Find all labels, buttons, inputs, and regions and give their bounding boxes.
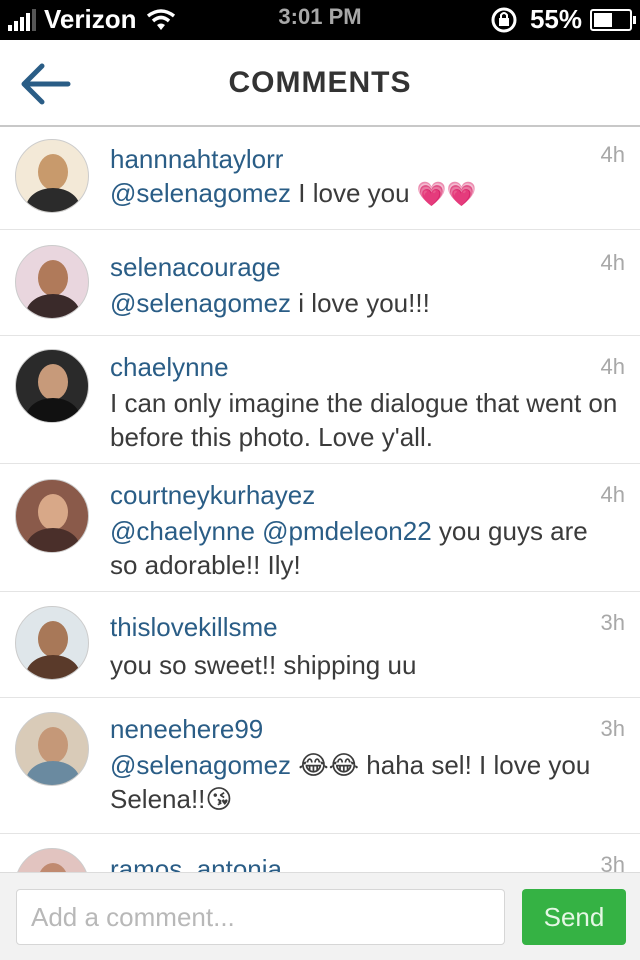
mention-link[interactable]: @chaelynne @pmdeleon22	[110, 516, 432, 546]
avatar[interactable]	[15, 245, 89, 319]
comment-time: 4h	[600, 354, 625, 379]
comment-time: 3h	[600, 716, 625, 741]
battery-percent: 55%	[529, 4, 582, 34]
comment-list[interactable]: hannnahtaylorr 4h @selenagomez I love yo…	[0, 128, 640, 872]
avatar[interactable]	[15, 139, 89, 213]
comment-text: @selenagomez I love you 💗💗	[110, 178, 477, 208]
comment-username[interactable]: thislovekillsme	[110, 612, 278, 643]
comment-text: @selenagomez 😂😂 haha sel! I love you Sel…	[110, 750, 591, 814]
comment-text: @chaelynne @pmdeleon22 you guys are so a…	[110, 516, 588, 580]
comment-row: thislovekillsme 3h you so sweet!! shippi…	[0, 592, 640, 698]
comment-username[interactable]: chaelynne	[110, 352, 229, 383]
avatar[interactable]	[15, 606, 89, 680]
comment-row: hannnahtaylorr 4h @selenagomez I love yo…	[0, 128, 640, 230]
page-title: COMMENTS	[228, 66, 412, 99]
comment-username[interactable]: ramos_antonia	[110, 854, 282, 872]
comment-time: 4h	[600, 482, 625, 507]
heart-emoji: 💗💗	[416, 181, 477, 208]
mention-link[interactable]: @selenagomez	[110, 288, 291, 318]
comment-username[interactable]: neneehere99	[110, 714, 263, 745]
comment-text: I can only imagine the dialogue that wen…	[110, 388, 618, 452]
comment-time: 3h	[600, 852, 625, 872]
status-right: 55%	[488, 4, 636, 35]
status-bar: Verizon 3:01 PM 55%	[0, 0, 640, 40]
comment-username[interactable]: selenacourage	[110, 252, 281, 283]
comment-text: @selenagomez i love you!!!	[110, 288, 430, 318]
comment-input[interactable]	[16, 889, 505, 945]
mention-link[interactable]: @selenagomez	[110, 178, 291, 208]
nav-bar: COMMENTS	[0, 40, 640, 127]
comment-row: chaelynne 4h I can only imagine the dial…	[0, 336, 640, 464]
comment-time: 4h	[600, 250, 625, 275]
avatar[interactable]	[15, 712, 89, 786]
comment-row: neneehere99 3h @selenagomez 😂😂 haha sel!…	[0, 698, 640, 834]
avatar[interactable]	[15, 479, 89, 553]
send-button[interactable]: Send	[522, 889, 626, 945]
comment-username[interactable]: courtneykurhayez	[110, 480, 315, 511]
mention-link[interactable]: @selenagomez	[110, 750, 291, 780]
comment-row: courtneykurhayez 4h @chaelynne @pmdeleon…	[0, 464, 640, 592]
battery-icon	[590, 8, 636, 31]
comment-time: 4h	[600, 142, 625, 167]
avatar[interactable]	[15, 848, 89, 872]
comment-text: you so sweet!! shipping uu	[110, 650, 417, 680]
comment-row: ramos_antonia 3h	[0, 834, 640, 872]
avatar[interactable]	[15, 349, 89, 423]
comment-time: 3h	[600, 610, 625, 635]
comment-username[interactable]: hannnahtaylorr	[110, 144, 283, 175]
rotation-lock-icon	[491, 7, 517, 32]
comment-input-bar: Send	[0, 872, 640, 960]
comment-row: selenacourage 4h @selenagomez i love you…	[0, 230, 640, 336]
